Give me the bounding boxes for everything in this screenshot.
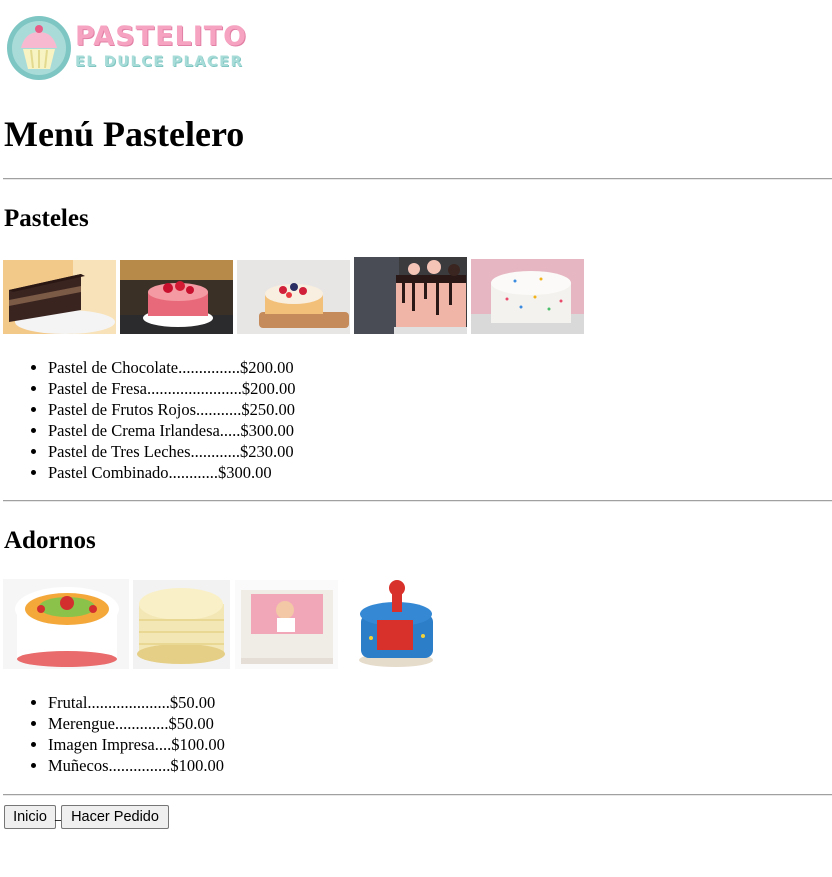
page-title: Menú Pastelero xyxy=(4,114,245,154)
list-item: Muñecos...............$100.00 xyxy=(48,755,225,776)
berries-cake-image xyxy=(237,260,350,334)
list-item: Pastel de Tres Leches............$230.00 xyxy=(48,441,295,462)
list-item: Pastel de Fresa.......................$2… xyxy=(48,378,295,399)
fruit-decorated-cake-image xyxy=(3,579,129,669)
divider xyxy=(3,794,832,796)
adornos-price-list: Frutal....................$50.00 Merengu… xyxy=(10,692,225,776)
chocolate-cake-image xyxy=(3,260,116,334)
list-item: Frutal....................$50.00 xyxy=(48,692,225,713)
site-logo: PASTELITO EL DULCE PLACER xyxy=(5,14,277,82)
list-item: Pastel de Frutos Rojos...........$250.00 xyxy=(48,399,295,420)
section-heading-pasteles: Pasteles xyxy=(4,205,89,232)
spiderman-figure-cake-image xyxy=(355,578,438,670)
list-item: Pastel de Crema Irlandesa.....$300.00 xyxy=(48,420,295,441)
list-item: Merengue.............$50.00 xyxy=(48,713,225,734)
list-item: Imagen Impresa....$100.00 xyxy=(48,734,225,755)
divider xyxy=(3,500,832,502)
sprinkles-cake-image xyxy=(471,259,584,334)
printed-image-cake-image xyxy=(235,580,338,669)
list-item: Pastel Combinado............$300.00 xyxy=(48,462,295,483)
section-heading-adornos: Adornos xyxy=(4,527,96,554)
drip-cake-image xyxy=(354,257,467,334)
pasteles-price-list: Pastel de Chocolate...............$200.0… xyxy=(10,357,295,483)
logo-tagline: EL DULCE PLACER xyxy=(75,54,244,70)
logo-name: PASTELITO xyxy=(75,21,248,52)
list-item: Pastel de Chocolate...............$200.0… xyxy=(48,357,295,378)
divider xyxy=(3,178,832,180)
strawberry-cake-image xyxy=(120,260,233,334)
logo-wordmark: PASTELITO EL DULCE PLACER xyxy=(75,21,248,71)
cupcake-logo-icon xyxy=(7,16,71,80)
place-order-button[interactable]: Hacer Pedido xyxy=(61,805,169,829)
home-button[interactable]: Inicio xyxy=(4,805,56,829)
meringue-cake-image xyxy=(133,580,230,669)
